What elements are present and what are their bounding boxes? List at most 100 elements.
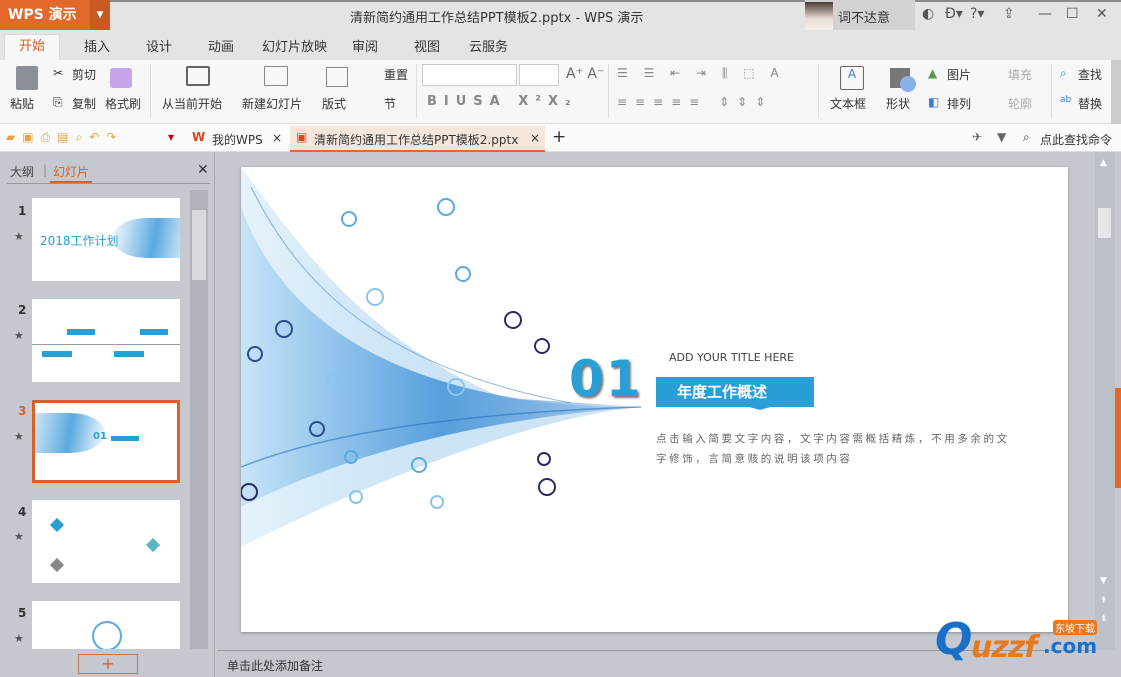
picture-button[interactable]: 图片 <box>947 66 971 83</box>
star-icon[interactable]: ★ <box>14 530 24 543</box>
ribbon-scroll-right[interactable] <box>1111 60 1121 124</box>
from-current-button[interactable]: 从当前开始 <box>162 95 222 112</box>
picture-icon: ▲ <box>928 66 938 80</box>
tab-slideshow[interactable]: 幻灯片放映 <box>262 36 327 55</box>
tab-review[interactable]: 审阅 <box>352 36 378 55</box>
tab-my-wps[interactable]: 我的WPS <box>212 131 263 148</box>
slide-number: 2 <box>18 303 27 317</box>
help-icon[interactable]: ?▾ <box>970 6 984 22</box>
find-button[interactable]: 查找 <box>1078 66 1102 83</box>
chevron-down-icon: ▼ <box>90 0 110 30</box>
tab-view[interactable]: 视图 <box>414 36 440 55</box>
vertical-scrollbar[interactable]: ▲ ▼ ⇞ ⇟ <box>1095 152 1115 650</box>
font-family-select[interactable] <box>422 64 517 86</box>
slideshow-icon <box>186 66 210 86</box>
arrange-button[interactable]: 排列 <box>947 95 971 112</box>
username[interactable]: 词不达意 <box>838 7 890 26</box>
scroll-thumb[interactable] <box>1098 208 1111 238</box>
minimize-button[interactable]: — <box>1038 6 1052 22</box>
star-icon[interactable]: ★ <box>14 430 24 443</box>
paste-icon[interactable] <box>16 66 38 90</box>
new-slide-button[interactable]: 新建幻灯片 <box>242 95 302 112</box>
shape-button[interactable]: 形状 <box>886 95 910 112</box>
outline-button[interactable]: 轮廓 <box>1008 95 1032 112</box>
tab-home[interactable]: 开始 <box>4 34 60 60</box>
font-style-buttons[interactable]: BIUSA X²X₂ <box>427 94 578 109</box>
thumb-swirl <box>112 218 180 258</box>
tab-design[interactable]: 设计 <box>146 36 172 55</box>
close-panel-icon[interactable]: ✕ <box>197 162 209 178</box>
slide-thumb-1[interactable]: 2018工作计划 <box>32 198 180 281</box>
scroll-down-icon[interactable]: ▼ <box>1100 576 1107 586</box>
slide-thumb-5[interactable] <box>32 601 180 649</box>
paste-button[interactable]: 粘贴 <box>10 95 34 112</box>
watermark-logo: Q uzzf .com 东坡下载 <box>935 614 1098 665</box>
format-painter-icon <box>110 68 132 88</box>
star-icon[interactable]: ★ <box>14 632 24 645</box>
replace-button[interactable]: 替换 <box>1078 95 1102 112</box>
customize-icon[interactable]: ▾ <box>168 130 174 144</box>
slide-number: 4 <box>18 505 27 519</box>
maximize-button[interactable]: ☐ <box>1066 6 1079 22</box>
section-button[interactable]: 节 <box>384 95 396 112</box>
reset-button[interactable]: 重置 <box>384 66 408 83</box>
slide-thumb-3-selected[interactable]: 01 <box>32 400 180 483</box>
notes-placeholder[interactable]: 单击此处添加备注 <box>227 657 323 674</box>
pin-icon[interactable]: ✈ <box>972 130 982 144</box>
scroll-up-icon[interactable]: ▲ <box>1100 158 1107 168</box>
copy-button[interactable]: 复制 <box>72 95 96 112</box>
upload-icon[interactable]: ⇪ <box>1003 6 1015 22</box>
new-tab-button[interactable]: + <box>552 127 566 147</box>
shape-circle-icon <box>900 76 916 92</box>
tab-divider: | <box>43 163 48 177</box>
arrange-icon: ◧ <box>928 95 940 109</box>
paragraph-buttons[interactable]: ☰ ☰ ⇤ ⇥ ⫼ ⬚ A <box>617 66 785 81</box>
tab-outline[interactable]: 大纲 <box>10 163 34 180</box>
skin-icon[interactable]: ◐ <box>922 6 934 22</box>
slide-number: 3 <box>18 404 27 418</box>
font-size-up-icon[interactable]: A⁺ A⁻ <box>566 66 604 82</box>
close-tab-icon[interactable]: × <box>272 131 282 145</box>
close-doc-tab-icon[interactable]: × <box>530 131 540 145</box>
title-pointer <box>746 406 774 410</box>
quick-access-icons[interactable]: ▰▣⎙▤⌕↶↷ <box>6 130 123 145</box>
fill-button[interactable]: 填充 <box>1008 66 1032 83</box>
star-icon[interactable]: ★ <box>14 230 24 243</box>
slide-subtitle[interactable]: ADD YOUR TITLE HERE <box>669 351 794 364</box>
add-slide-button[interactable]: + <box>78 654 138 674</box>
star-icon[interactable]: ★ <box>14 329 24 342</box>
tab-animation[interactable]: 动画 <box>208 36 234 55</box>
theme-icon[interactable]: Ð▾ <box>945 6 963 22</box>
search-icon: ⌕ <box>1023 130 1030 144</box>
slide-thumb-4[interactable] <box>32 500 180 583</box>
font-size-select[interactable] <box>519 64 559 86</box>
wps-menu-button[interactable]: WPS 演示 ▼ <box>0 0 110 30</box>
cut-button[interactable]: 剪切 <box>72 66 96 83</box>
align-buttons[interactable]: ≡≡≡≡≡ ⇕⇕⇕ <box>617 95 773 109</box>
layout-button[interactable]: 版式 <box>322 95 346 112</box>
slide-title: 年度工作概述 <box>677 383 768 401</box>
textbox-icon: A <box>840 66 864 90</box>
textbox-button[interactable]: 文本框 <box>830 95 866 112</box>
panel-scroll-thumb[interactable] <box>192 210 206 280</box>
tab-insert[interactable]: 插入 <box>84 36 110 55</box>
format-painter-button[interactable]: 格式刷 <box>105 95 141 112</box>
thumb-title: 2018工作计划 <box>40 234 119 248</box>
slide-canvas[interactable]: 01 ADD YOUR TITLE HERE 年度工作概述 点击输入简要文字内容… <box>241 167 1068 632</box>
side-panel-toggle[interactable] <box>1115 388 1121 488</box>
slide-thumb-2[interactable] <box>32 299 180 382</box>
tab-slides[interactable]: 幻灯片 <box>53 163 89 180</box>
slide-title-box[interactable]: 年度工作概述 <box>656 377 814 407</box>
dropdown-icon[interactable]: ▼ <box>997 130 1006 144</box>
command-search[interactable]: 点此查找命令 <box>1040 131 1112 148</box>
wps-logo-icon: W <box>192 130 206 144</box>
section-number[interactable]: 01 <box>569 350 643 408</box>
doc-tab-title[interactable]: 清新简约通用工作总结PPT模板2.pptx <box>314 131 518 148</box>
slide-body-text[interactable]: 点击输入简要文字内容，文字内容需概括精炼，不用多余的文字修饰，言简意赅的说明该项… <box>656 429 1011 469</box>
close-button[interactable]: ✕ <box>1096 6 1108 22</box>
avatar[interactable] <box>805 2 833 30</box>
panel-scrollbar[interactable] <box>190 190 208 649</box>
tab-cloud[interactable]: 云服务 <box>469 36 508 55</box>
divider <box>7 183 210 184</box>
prev-slide-icon[interactable]: ⇞ <box>1100 596 1108 606</box>
